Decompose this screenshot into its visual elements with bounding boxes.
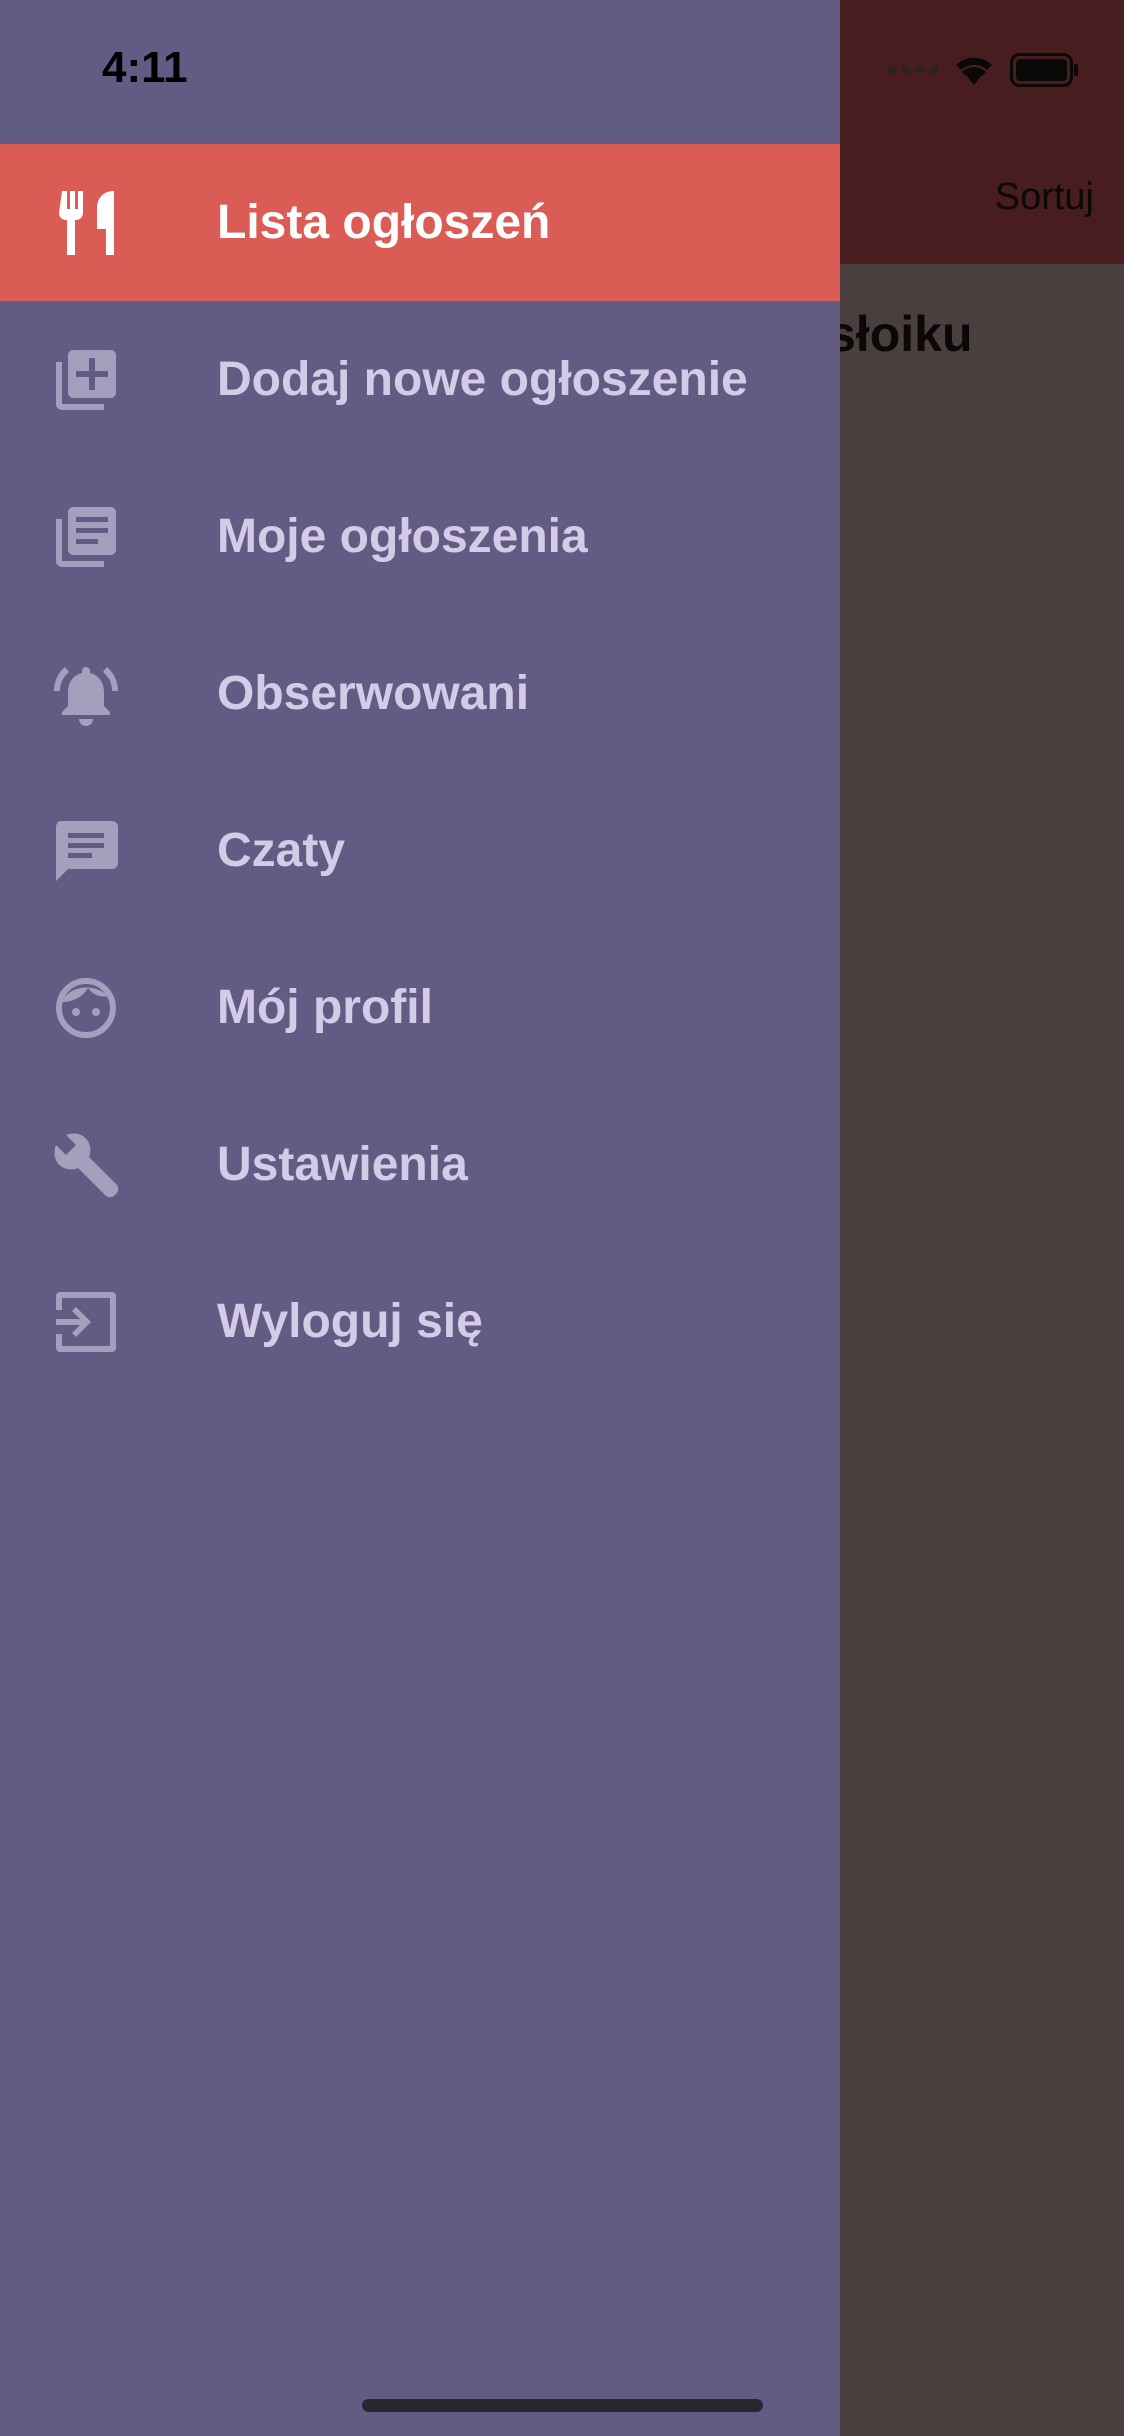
wifi-icon	[956, 57, 992, 85]
navigation-drawer: 4:11 Lista ogłoszeń Dodaj nowe ogłoszeni…	[0, 0, 840, 2436]
add-library-icon	[50, 344, 122, 416]
home-indicator[interactable]	[362, 2399, 763, 2412]
menu-item-czaty[interactable]: Czaty	[0, 772, 840, 929]
fork-knife-icon	[50, 187, 122, 259]
wrench-icon	[50, 1129, 122, 1201]
menu-item-moj-profil[interactable]: Mój profil	[0, 929, 840, 1086]
sort-button[interactable]: Sortuj	[995, 172, 1094, 222]
menu-item-label: Czaty	[217, 823, 346, 877]
screen: Sortuj słoiku 4:11 Lista ogłoszeń Dodaj …	[0, 0, 1124, 2436]
chat-icon	[50, 815, 122, 887]
menu-item-label: Obserwowani	[217, 666, 530, 720]
menu-item-obserwowani[interactable]: Obserwowani	[0, 615, 840, 772]
menu-item-wyloguj[interactable]: Wyloguj się	[0, 1243, 840, 1400]
menu-item-ustawienia[interactable]: Ustawienia	[0, 1086, 840, 1243]
battery-icon	[1010, 53, 1078, 87]
menu-item-label: Wyloguj się	[217, 1294, 483, 1348]
menu-item-label: Ustawienia	[217, 1137, 468, 1191]
library-books-icon	[50, 501, 122, 573]
menu-item-label: Dodaj nowe ogłoszenie	[217, 352, 748, 406]
menu-item-label: Lista ogłoszeń	[217, 195, 551, 249]
face-icon	[50, 972, 122, 1044]
menu-item-moje-ogloszenia[interactable]: Moje ogłoszenia	[0, 458, 840, 615]
logout-icon	[50, 1286, 122, 1358]
status-icons	[888, 50, 1080, 90]
menu-item-label: Mój profil	[217, 980, 433, 1034]
background-title: słoiku	[828, 306, 973, 362]
drawer-menu: Lista ogłoszeń Dodaj nowe ogłoszenie Moj…	[0, 144, 840, 1400]
menu-item-dodaj-ogloszenie[interactable]: Dodaj nowe ogłoszenie	[0, 301, 840, 458]
cellular-signal-icon	[888, 66, 938, 74]
ringing-bell-icon	[50, 658, 122, 730]
menu-item-lista-ogloszen[interactable]: Lista ogłoszeń	[0, 144, 840, 301]
status-time: 4:11	[102, 43, 188, 92]
menu-item-label: Moje ogłoszenia	[217, 509, 588, 563]
